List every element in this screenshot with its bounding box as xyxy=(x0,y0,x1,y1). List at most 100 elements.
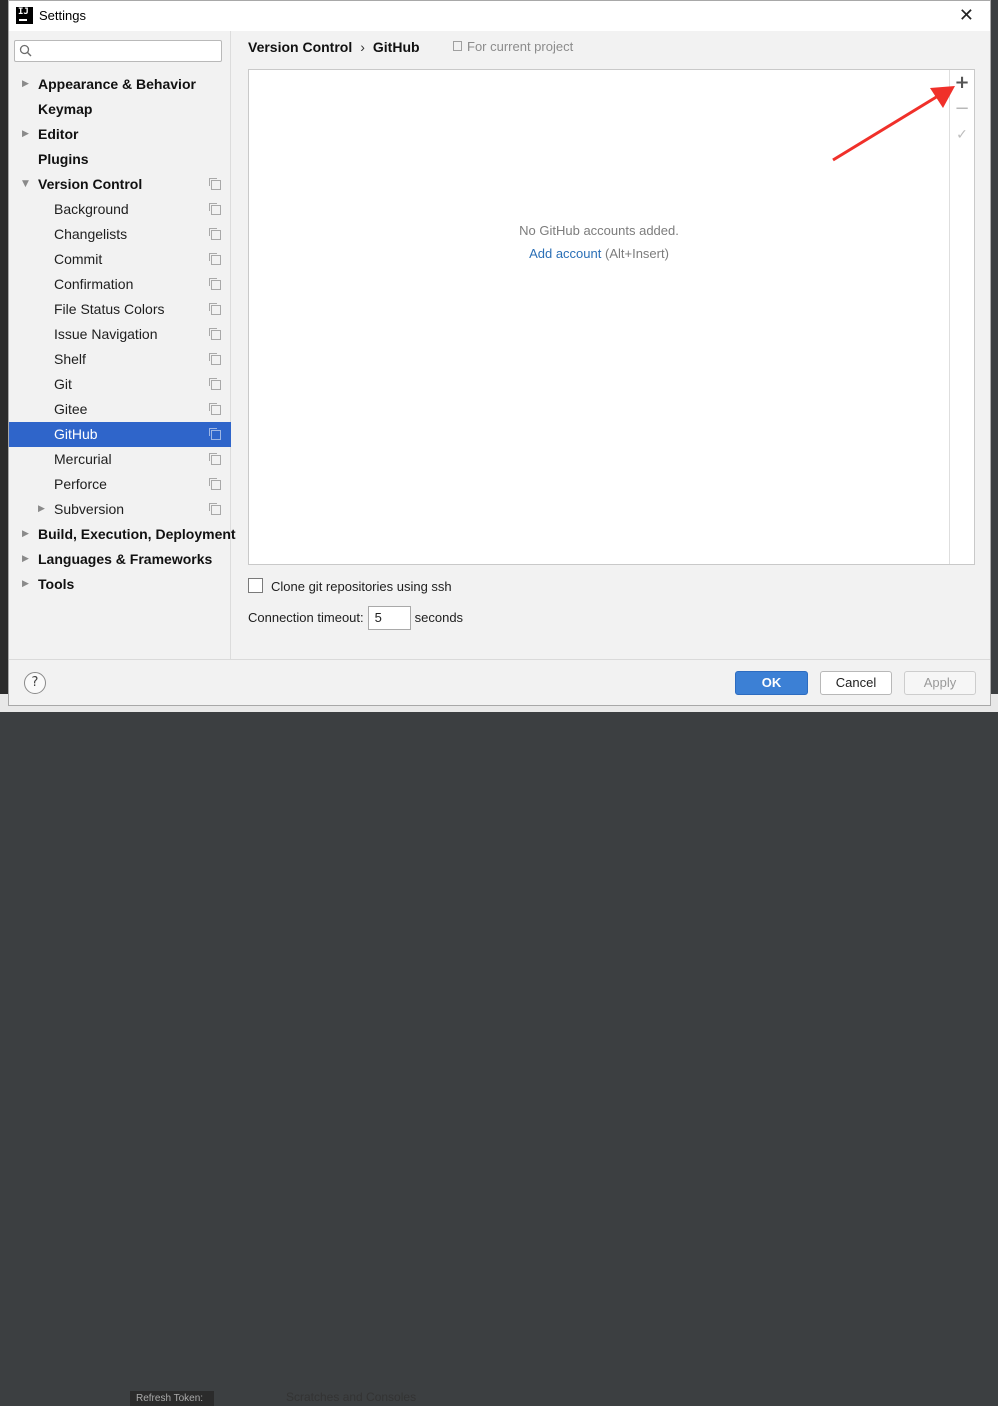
sidebar-item-label: Build, Execution, Deployment xyxy=(38,526,236,542)
sidebar-item-appearance-behavior[interactable]: ▶ Appearance & Behavior xyxy=(9,72,231,97)
sidebar-item-build-execution-deployment[interactable]: ▶ Build, Execution, Deployment xyxy=(9,522,236,547)
project-scope-icon xyxy=(209,378,221,390)
timeout-input[interactable]: 5 xyxy=(367,606,411,630)
sidebar-item-confirmation[interactable]: Confirmation xyxy=(9,272,231,297)
title-bar: IJ Settings ✕ xyxy=(9,1,990,31)
sidebar-item-version-control[interactable]: ▼ Version Control xyxy=(9,172,231,197)
sidebar-item-languages-frameworks[interactable]: ▶ Languages & Frameworks xyxy=(9,547,231,572)
background-refresh-token-label: Refresh Token: xyxy=(130,1391,214,1406)
accounts-list[interactable]: No GitHub accounts added. Add account (A… xyxy=(249,70,950,564)
background-ide-strip xyxy=(0,0,8,712)
clone-ssh-label[interactable]: Clone git repositories using ssh xyxy=(271,579,452,594)
sidebar-item-plugins[interactable]: Plugins xyxy=(9,147,231,172)
add-account-line: Add account (Alt+Insert) xyxy=(249,246,949,261)
project-scope-icon xyxy=(209,353,221,365)
sidebar-item-issue-navigation[interactable]: Issue Navigation xyxy=(9,322,231,347)
ok-button[interactable]: OK xyxy=(735,671,808,695)
sidebar-item-file-status-colors[interactable]: File Status Colors xyxy=(9,297,231,322)
settings-sidebar: ▶ Appearance & Behavior Keymap ▶ Editor Plugi… xyxy=(9,31,236,659)
sidebar-item-background[interactable]: Background xyxy=(9,197,231,222)
chevron-right-icon[interactable]: ▶ xyxy=(22,72,29,97)
project-scope-icon xyxy=(209,328,221,340)
project-scope-icon xyxy=(209,303,221,315)
connection-timeout-option: Connection timeout: 5 seconds xyxy=(248,606,463,630)
chevron-right-icon[interactable]: ▶ xyxy=(22,547,29,572)
settings-content: Version Control › GitHub For current proje… xyxy=(231,31,990,659)
empty-accounts-message: No GitHub accounts added. xyxy=(519,223,679,238)
project-scope-icon xyxy=(209,403,221,415)
timeout-label: Connection timeout: xyxy=(248,610,364,625)
sidebar-item-tools[interactable]: ▶ Tools xyxy=(9,572,231,597)
set-default-check-icon[interactable]: ✓ xyxy=(951,124,973,146)
breadcrumb-parent[interactable]: Version Control xyxy=(248,39,352,55)
settings-dialog: IJ Settings ✕ ▶ Appearance & Behavior Keym… xyxy=(8,0,991,706)
sidebar-item-label: Issue Navigation xyxy=(54,326,158,342)
sidebar-item-label: Appearance & Behavior xyxy=(38,76,196,92)
breadcrumb-current: GitHub xyxy=(372,39,420,55)
sidebar-item-gitee[interactable]: Gitee xyxy=(9,397,231,422)
settings-search-input[interactable] xyxy=(14,40,222,62)
github-accounts-panel: No GitHub accounts added. Add account (A… xyxy=(248,69,975,565)
chevron-down-icon[interactable]: ▼ xyxy=(22,172,29,197)
sidebar-item-commit[interactable]: Commit xyxy=(9,247,231,272)
help-icon[interactable]: ? xyxy=(24,672,46,694)
sidebar-item-github[interactable]: GitHub xyxy=(9,422,231,447)
sidebar-item-keymap[interactable]: Keymap xyxy=(9,97,231,122)
chevron-right-icon[interactable]: ▶ xyxy=(22,572,29,597)
sidebar-item-label: Languages & Frameworks xyxy=(38,551,213,567)
project-scope-icon xyxy=(209,428,221,440)
chevron-right-icon[interactable]: ▶ xyxy=(22,122,29,147)
remove-account-minus-icon[interactable]: − xyxy=(951,98,973,120)
sidebar-item-label: Editor xyxy=(38,126,79,142)
close-icon[interactable]: ✕ xyxy=(959,6,974,26)
sidebar-item-perforce[interactable]: Perforce xyxy=(9,472,231,497)
window-title: Settings xyxy=(39,8,86,23)
sidebar-item-label: Git xyxy=(54,376,72,392)
project-scope-icon xyxy=(209,503,221,515)
project-scope-icon xyxy=(209,453,221,465)
chevron-right-icon[interactable]: ▶ xyxy=(38,497,45,522)
dialog-footer: ? OK Cancel Apply xyxy=(9,659,990,705)
sidebar-item-label: Perforce xyxy=(54,476,107,492)
project-scope-icon xyxy=(209,478,221,490)
project-scope-icon xyxy=(453,41,462,51)
sidebar-item-label: Keymap xyxy=(38,101,93,117)
apply-button[interactable]: Apply xyxy=(904,671,976,695)
sidebar-item-subversion[interactable]: ▶ Subversion xyxy=(9,497,231,522)
sidebar-item-label: Mercurial xyxy=(54,451,112,467)
sidebar-item-label: Tools xyxy=(38,576,75,592)
sidebar-item-mercurial[interactable]: Mercurial xyxy=(9,447,231,472)
clone-ssh-option: Clone git repositories using ssh xyxy=(248,578,452,594)
sidebar-item-label: Plugins xyxy=(38,151,89,167)
sidebar-item-label: Gitee xyxy=(54,401,88,417)
sidebar-item-label: Subversion xyxy=(54,501,125,517)
add-account-link[interactable]: Add account xyxy=(529,246,601,261)
clone-ssh-checkbox[interactable] xyxy=(248,578,263,593)
breadcrumb: Version Control › GitHub xyxy=(248,39,420,55)
sidebar-item-label: Changelists xyxy=(54,226,128,242)
chevron-right-icon[interactable]: ▶ xyxy=(22,522,29,547)
add-account-shortcut: (Alt+Insert) xyxy=(604,246,669,261)
sidebar-item-editor[interactable]: ▶ Editor xyxy=(9,122,231,147)
background-scratches-label: Scratches and Consoles xyxy=(286,1390,417,1404)
sidebar-item-changelists[interactable]: Changelists xyxy=(9,222,231,247)
intellij-app-icon: IJ xyxy=(16,7,33,24)
project-scope-icon xyxy=(209,253,221,265)
scope-indicator: For current project xyxy=(453,39,573,54)
sidebar-item-label: File Status Colors xyxy=(54,301,165,317)
sidebar-item-shelf[interactable]: Shelf xyxy=(9,347,231,372)
project-scope-icon xyxy=(209,228,221,240)
scope-label: For current project xyxy=(467,39,574,54)
add-account-plus-icon[interactable]: + xyxy=(951,72,973,94)
sidebar-item-label: Background xyxy=(54,201,129,217)
project-scope-icon xyxy=(209,203,221,215)
sidebar-item-label: Confirmation xyxy=(54,276,134,292)
project-scope-icon xyxy=(209,278,221,290)
settings-tree: ▶ Appearance & Behavior Keymap ▶ Editor Plugi… xyxy=(9,72,236,597)
sidebar-item-label: Commit xyxy=(54,251,103,267)
cancel-button[interactable]: Cancel xyxy=(820,671,892,695)
sidebar-item-git[interactable]: Git xyxy=(9,372,231,397)
search-icon xyxy=(19,44,32,57)
sidebar-item-label: Version Control xyxy=(38,176,143,192)
breadcrumb-separator: › xyxy=(360,39,365,55)
